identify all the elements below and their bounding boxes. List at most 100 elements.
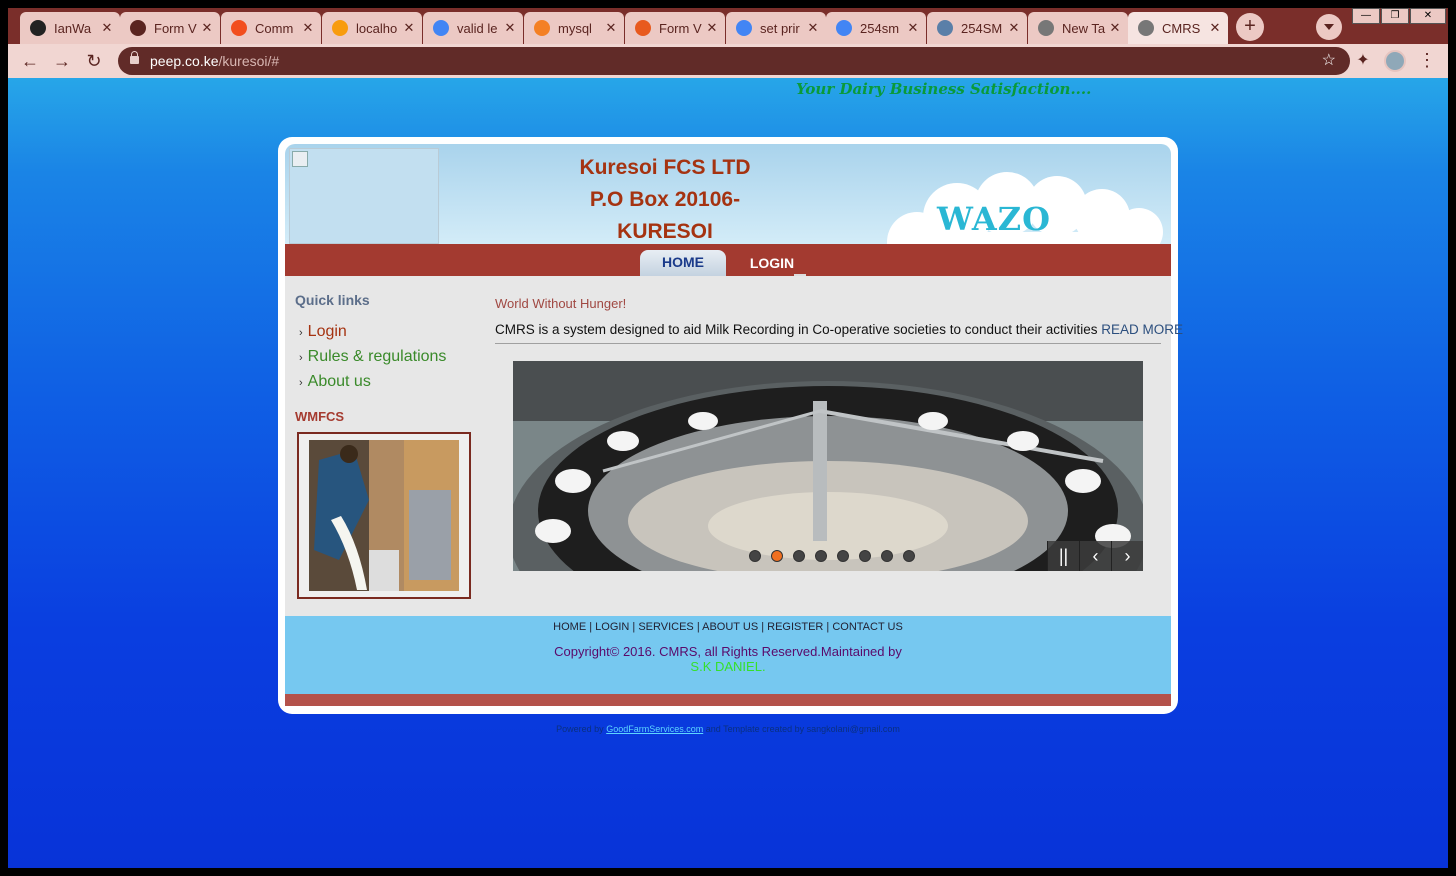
quick-links-title: Quick links — [295, 292, 370, 308]
footer-links[interactable]: HOME | LOGIN | SERVICES | ABOUT US | REG… — [285, 621, 1171, 633]
figma-icon — [231, 20, 247, 36]
address-bar[interactable]: peep.co.ke/kuresoi/# ☆ — [118, 47, 1350, 75]
browser-tab[interactable]: IanWa ✕ — [20, 12, 120, 44]
logo-image — [289, 148, 439, 244]
new-tab-button[interactable]: + — [1236, 13, 1264, 41]
wmfcs-title: WMFCS — [295, 409, 345, 424]
arrow-icon: › — [299, 377, 303, 389]
nav-login[interactable]: LOGIN — [740, 250, 806, 276]
tab-title: Form V — [154, 20, 197, 36]
tab-strip: IanWa ✕ Form V ✕ Comm ✕ localho ✕ valid le ✕ mysql… — [8, 8, 1448, 44]
phpmyadmin-icon — [332, 20, 348, 36]
main-column: World Without Hunger! CMRS is a system d… — [495, 296, 1183, 344]
browser-tab[interactable]: Form V ✕ — [120, 12, 220, 44]
maximize-button[interactable]: ❐ — [1381, 8, 1409, 24]
tab-title: mysql — [558, 20, 592, 36]
url-host: peep.co.ke — [150, 53, 219, 69]
slider-pause-button[interactable]: || — [1047, 541, 1079, 571]
tab-title: IanWa — [54, 20, 92, 36]
quick-link-rules[interactable]: › Rules & regulations — [295, 345, 475, 370]
slider-dot[interactable] — [881, 550, 893, 562]
image-slider: || ‹ › — [513, 361, 1143, 571]
lock-icon — [130, 51, 139, 64]
chrome-icon — [1038, 20, 1054, 36]
quick-link-about[interactable]: › About us — [295, 370, 475, 395]
close-tab-icon[interactable]: ✕ — [1108, 20, 1122, 36]
forward-button[interactable]: → — [49, 48, 75, 74]
browser-tab[interactable]: 254sm ✕ — [826, 12, 926, 44]
tab-title: CMRS — [1162, 20, 1201, 36]
powered-link[interactable]: GoodFarmServices.com — [606, 724, 703, 734]
sidebar: Quick links › Login › Rules & regulations … — [295, 292, 475, 599]
site-tagline: Your Dairy Business Satisfaction.... — [796, 80, 1092, 98]
close-tab-icon[interactable]: ✕ — [503, 20, 517, 36]
tab-title: 254sm — [860, 20, 900, 36]
browser-tab[interactable]: set prir ✕ — [726, 12, 826, 44]
extensions-icon[interactable]: ✦ — [1352, 50, 1374, 72]
browser-toolbar: ← → ↻ peep.co.ke/kuresoi/# ☆ ✦ ⋮ — [8, 44, 1448, 78]
org-location-line: KURESOI — [617, 220, 713, 243]
quick-link-login[interactable]: › Login — [295, 320, 475, 345]
close-tab-icon[interactable]: ✕ — [1208, 20, 1222, 36]
site-header: Kuresoi FCS LTD P.O Box 20106- KURESOI W… — [285, 144, 1171, 244]
browser-tab[interactable]: 254SM ✕ — [927, 12, 1027, 44]
close-window-button[interactable]: ✕ — [1410, 8, 1446, 24]
globe-icon — [1138, 20, 1154, 36]
slider-next-button[interactable]: › — [1111, 541, 1143, 571]
browser-tab[interactable]: Form V ✕ — [625, 12, 725, 44]
site-footer: HOME | LOGIN | SERVICES | ABOUT US | REG… — [285, 616, 1171, 694]
slider-dot[interactable] — [837, 550, 849, 562]
close-tab-icon[interactable]: ✕ — [705, 20, 719, 36]
close-tab-icon[interactable]: ✕ — [100, 20, 114, 36]
powered-by: Powered by GoodFarmServices.com and Temp… — [8, 724, 1448, 734]
browser-tab[interactable]: localho ✕ — [322, 12, 422, 44]
stackoverflow-icon — [534, 20, 550, 36]
slider-dot[interactable] — [859, 550, 871, 562]
close-tab-icon[interactable]: ✕ — [806, 20, 820, 36]
google-icon — [836, 20, 852, 36]
org-name: Kuresoi FCS LTD P.O Box 20106- KURESOI — [555, 152, 775, 244]
site-container: Kuresoi FCS LTD P.O Box 20106- KURESOI W… — [278, 137, 1183, 714]
close-tab-icon[interactable]: ✕ — [402, 20, 416, 36]
tab-title: Form V — [659, 20, 702, 36]
tab-title: set prir — [760, 20, 800, 36]
back-button[interactable]: ← — [17, 48, 43, 74]
profile-avatar[interactable] — [1384, 50, 1406, 72]
browser-tab[interactable]: valid le ✕ — [423, 12, 523, 44]
slider-dot[interactable] — [771, 550, 783, 562]
slider-dot[interactable] — [903, 550, 915, 562]
tab-title: New Ta — [1062, 20, 1106, 36]
tab-search-icon[interactable] — [1316, 14, 1342, 40]
mail-icon — [937, 20, 953, 36]
milk-pouring-photo — [297, 432, 471, 599]
browser-tab[interactable]: Comm ✕ — [221, 12, 321, 44]
close-tab-icon[interactable]: ✕ — [1007, 20, 1021, 36]
browser-window: IanWa ✕ Form V ✕ Comm ✕ localho ✕ valid le ✕ mysql… — [8, 8, 1448, 868]
arrow-icon: › — [299, 352, 303, 364]
close-tab-icon[interactable]: ✕ — [301, 20, 315, 36]
copyright-text: Copyright© 2016. CMRS, all Rights Reserv… — [554, 644, 902, 659]
close-tab-icon[interactable]: ✕ — [200, 20, 214, 36]
nav-home[interactable]: HOME — [640, 250, 726, 276]
slider-prev-button[interactable]: ‹ — [1079, 541, 1111, 571]
main-nav: HOME LOGIN — [285, 244, 1171, 276]
motto-text: World Without Hunger! — [495, 296, 627, 311]
browser-tab[interactable]: mysql ✕ — [524, 12, 624, 44]
footer-bar — [285, 694, 1171, 706]
google-icon — [736, 20, 752, 36]
minimize-button[interactable]: — — [1352, 8, 1380, 24]
browser-tab[interactable]: New Ta ✕ — [1028, 12, 1128, 44]
close-tab-icon[interactable]: ✕ — [604, 20, 618, 36]
read-more-link[interactable]: READ MORE — [1101, 322, 1183, 337]
slider-dot[interactable] — [815, 550, 827, 562]
browser-menu-icon[interactable]: ⋮ — [1418, 49, 1436, 73]
reload-button[interactable]: ↻ — [81, 48, 107, 74]
bookmark-star-icon[interactable]: ☆ — [1322, 47, 1336, 75]
content-area: Quick links › Login › Rules & regulations … — [285, 276, 1183, 616]
close-tab-icon[interactable]: ✕ — [906, 20, 920, 36]
quick-link-label: Rules & regulations — [307, 348, 447, 365]
browser-tab[interactable]: CMRS ✕ — [1128, 12, 1228, 44]
slider-dot[interactable] — [749, 550, 761, 562]
brand-logo-text: WAZO — [937, 200, 1051, 238]
slider-dot[interactable] — [793, 550, 805, 562]
